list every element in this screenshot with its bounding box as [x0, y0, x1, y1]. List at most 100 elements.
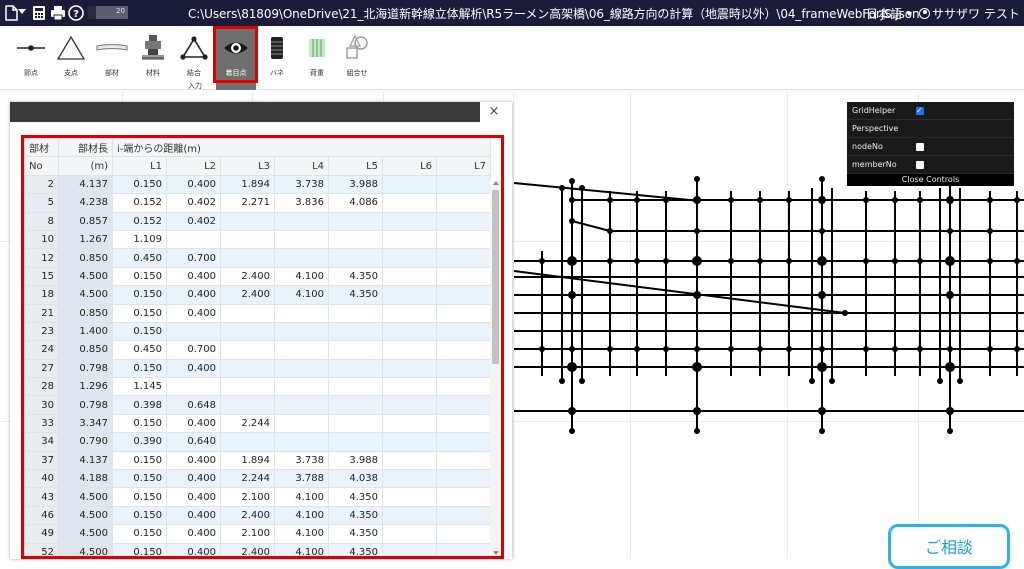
cell-distance-l6[interactable]	[383, 433, 437, 451]
cell-distance-l4[interactable]	[275, 396, 329, 414]
cell-distance-l5[interactable]	[329, 359, 383, 377]
cell-distance-l7[interactable]	[437, 414, 491, 432]
cell-distance-l2[interactable]: 0.640	[167, 433, 221, 451]
gui-row-perspective[interactable]: Perspective	[847, 120, 1014, 138]
scrollbar-thumb[interactable]	[492, 190, 499, 364]
tool-spring[interactable]: バネ	[257, 26, 297, 90]
cell-distance-l3[interactable]	[221, 341, 275, 359]
cell-distance-l2[interactable]	[167, 230, 221, 248]
cell-distance-l7[interactable]	[437, 488, 491, 506]
cell-distance-l1[interactable]: 0.152	[113, 194, 167, 212]
cell-distance-l2[interactable]	[167, 378, 221, 396]
cell-distance-l7[interactable]	[437, 359, 491, 377]
cell-distance-l2[interactable]: 0.400	[167, 175, 221, 193]
consult-button[interactable]: ご相談	[888, 524, 1010, 569]
cell-distance-l6[interactable]	[383, 525, 437, 543]
cell-distance-l1[interactable]: 0.150	[113, 451, 167, 469]
cell-distance-l3[interactable]: 2.100	[221, 525, 275, 543]
cell-distance-l6[interactable]	[383, 230, 437, 248]
cell-distance-l4[interactable]: 3.788	[275, 470, 329, 488]
cell-distance-l6[interactable]	[383, 506, 437, 524]
cell-distance-l4[interactable]: 3.738	[275, 451, 329, 469]
cell-distance-l2[interactable]	[167, 322, 221, 340]
cell-distance-l3[interactable]: 2.400	[221, 286, 275, 304]
cell-distance-l5[interactable]	[329, 341, 383, 359]
cell-distance-l4[interactable]	[275, 433, 329, 451]
cell-distance-l6[interactable]	[383, 396, 437, 414]
cell-distance-l4[interactable]: 4.100	[275, 286, 329, 304]
cell-distance-l3[interactable]	[221, 304, 275, 322]
cell-distance-l2[interactable]: 0.648	[167, 396, 221, 414]
cell-distance-l4[interactable]	[275, 414, 329, 432]
zoom-slider-thumb[interactable]	[88, 6, 96, 19]
cell-distance-l6[interactable]	[383, 194, 437, 212]
cell-distance-l7[interactable]	[437, 286, 491, 304]
cell-distance-l3[interactable]: 1.894	[221, 175, 275, 193]
cell-distance-l7[interactable]	[437, 194, 491, 212]
tool-member[interactable]: 部材	[92, 26, 132, 90]
cell-distance-l1[interactable]: 0.450	[113, 249, 167, 267]
cell-distance-l3[interactable]: 2.244	[221, 470, 275, 488]
cell-distance-l1[interactable]: 0.450	[113, 341, 167, 359]
cell-distance-l3[interactable]	[221, 396, 275, 414]
cell-distance-l2[interactable]: 0.400	[167, 286, 221, 304]
cell-distance-l4[interactable]: 4.100	[275, 525, 329, 543]
cell-distance-l7[interactable]	[437, 433, 491, 451]
cell-distance-l3[interactable]: 1.894	[221, 451, 275, 469]
cell-distance-l2[interactable]: 0.400	[167, 451, 221, 469]
cell-distance-l5[interactable]	[329, 322, 383, 340]
cell-distance-l5[interactable]	[329, 230, 383, 248]
cell-distance-l6[interactable]	[383, 304, 437, 322]
cell-distance-l1[interactable]: 0.150	[113, 175, 167, 193]
cell-distance-l7[interactable]	[437, 175, 491, 193]
cell-distance-l6[interactable]	[383, 341, 437, 359]
cell-distance-l5[interactable]	[329, 396, 383, 414]
cell-distance-l7[interactable]	[437, 543, 491, 559]
close-controls-button[interactable]: Close Controls	[847, 174, 1014, 186]
cell-distance-l1[interactable]: 0.150	[113, 359, 167, 377]
cell-distance-l3[interactable]	[221, 230, 275, 248]
cell-distance-l5[interactable]: 4.350	[329, 543, 383, 559]
cell-distance-l6[interactable]	[383, 359, 437, 377]
cell-distance-l2[interactable]: 0.400	[167, 525, 221, 543]
cell-distance-l5[interactable]	[329, 414, 383, 432]
cell-distance-l4[interactable]	[275, 249, 329, 267]
cell-distance-l7[interactable]	[437, 470, 491, 488]
cell-distance-l2[interactable]: 0.400	[167, 543, 221, 559]
nodeno-checkbox[interactable]	[916, 143, 924, 151]
cell-distance-l1[interactable]: 0.150	[113, 267, 167, 285]
tool-focus-point[interactable]: 着目点	[216, 26, 256, 90]
cell-distance-l1[interactable]: 0.150	[113, 286, 167, 304]
cell-distance-l5[interactable]: 3.988	[329, 175, 383, 193]
cell-distance-l3[interactable]	[221, 378, 275, 396]
user-menu[interactable]: ササザワ テスト	[919, 5, 1024, 22]
cell-distance-l1[interactable]: 0.150	[113, 506, 167, 524]
tool-material[interactable]: 材料	[133, 26, 173, 90]
cell-distance-l6[interactable]	[383, 378, 437, 396]
cell-distance-l2[interactable]: 0.400	[167, 414, 221, 432]
gui-row-memberno[interactable]: memberNo	[847, 156, 1014, 174]
cell-distance-l1[interactable]: 0.152	[113, 212, 167, 230]
panel-drag-bar[interactable]	[10, 102, 480, 122]
cell-distance-l5[interactable]: 4.350	[329, 525, 383, 543]
cell-distance-l3[interactable]	[221, 249, 275, 267]
cell-distance-l1[interactable]: 0.150	[113, 488, 167, 506]
cell-distance-l5[interactable]	[329, 378, 383, 396]
cell-distance-l4[interactable]	[275, 230, 329, 248]
gui-row-gridhelper[interactable]: GridHelper	[847, 102, 1014, 120]
cell-distance-l6[interactable]	[383, 212, 437, 230]
cell-distance-l1[interactable]: 0.150	[113, 543, 167, 559]
panel-header[interactable]: ×	[10, 102, 512, 126]
cell-distance-l5[interactable]: 4.086	[329, 194, 383, 212]
calculator-icon[interactable]	[30, 4, 48, 22]
cell-distance-l5[interactable]: 4.350	[329, 506, 383, 524]
cell-distance-l7[interactable]	[437, 396, 491, 414]
scroll-up-icon[interactable]	[493, 181, 499, 185]
cell-distance-l3[interactable]	[221, 359, 275, 377]
cell-distance-l7[interactable]	[437, 212, 491, 230]
cell-distance-l6[interactable]	[383, 175, 437, 193]
cell-distance-l4[interactable]	[275, 304, 329, 322]
cell-distance-l6[interactable]	[383, 322, 437, 340]
cell-distance-l6[interactable]	[383, 286, 437, 304]
scroll-down-icon[interactable]	[493, 551, 499, 555]
